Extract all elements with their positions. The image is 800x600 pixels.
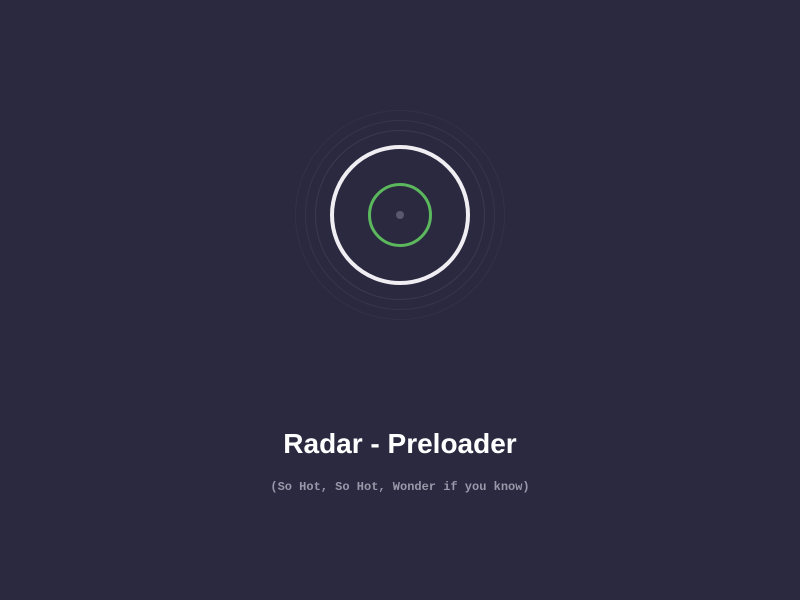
page-title: Radar - Preloader <box>0 428 800 460</box>
page-subtitle: (So Hot, So Hot, Wonder if you know) <box>0 480 800 494</box>
radar-center-dot <box>396 211 404 219</box>
